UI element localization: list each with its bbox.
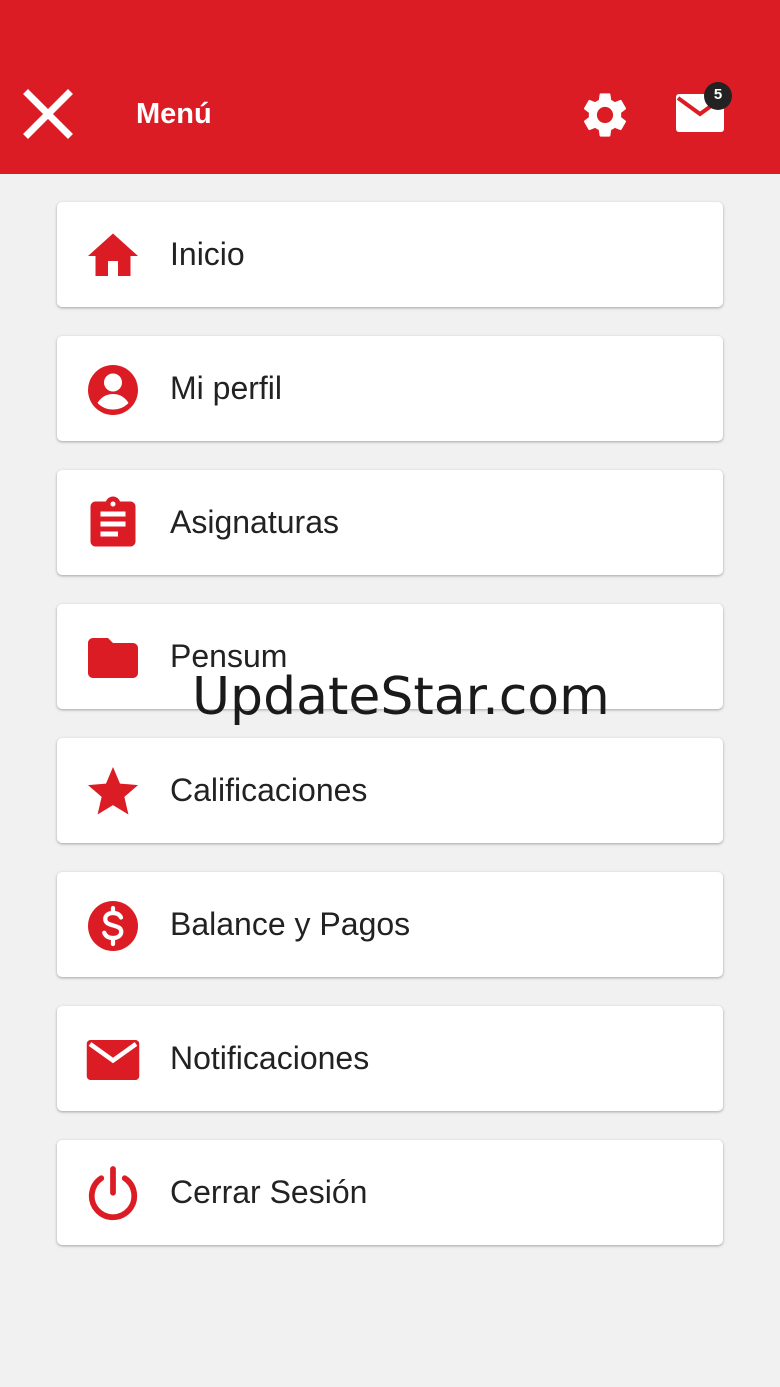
menu-item-balance-y-pagos[interactable]: Balance y Pagos <box>57 872 723 977</box>
clipboard-icon <box>83 494 143 554</box>
mail-icon <box>83 1030 143 1090</box>
menu-item-label: Calificaciones <box>170 772 368 808</box>
menu-item-notificaciones[interactable]: Notificaciones <box>57 1006 723 1111</box>
star-icon <box>83 762 143 822</box>
menu-item-label: Pensum <box>170 638 288 674</box>
settings-button[interactable] <box>578 88 632 142</box>
menu-item-cerrar-sesion[interactable]: Cerrar Sesión <box>57 1140 723 1245</box>
menu-item-label: Notificaciones <box>170 1040 370 1076</box>
menu-item-pensum[interactable]: Pensum <box>57 604 723 709</box>
close-icon <box>23 89 73 139</box>
close-menu-button[interactable] <box>22 88 74 140</box>
menu-item-label: Cerrar Sesión <box>170 1174 368 1210</box>
menu-item-label: Asignaturas <box>170 504 339 540</box>
home-icon <box>83 226 143 286</box>
menu-item-asignaturas[interactable]: Asignaturas <box>57 470 723 575</box>
menu-item-label: Mi perfil <box>170 370 283 406</box>
folder-icon <box>83 628 143 688</box>
power-icon <box>83 1164 143 1224</box>
menu-item-mi-perfil[interactable]: Mi perfil <box>57 336 723 441</box>
dollar-icon <box>83 896 143 956</box>
menu-list: Inicio Mi perfil Asignaturas Pensum Cali… <box>57 202 723 1274</box>
notification-badge: 5 <box>704 82 732 110</box>
menu-item-calificaciones[interactable]: Calificaciones <box>57 738 723 843</box>
menu-item-label: Inicio <box>170 236 245 272</box>
profile-icon <box>83 360 143 420</box>
menu-item-label: Balance y Pagos <box>170 906 411 942</box>
page-title: Menú <box>136 98 212 130</box>
gear-icon <box>583 93 627 137</box>
menu-item-inicio[interactable]: Inicio <box>57 202 723 307</box>
app-header: Menú 5 <box>0 0 780 174</box>
